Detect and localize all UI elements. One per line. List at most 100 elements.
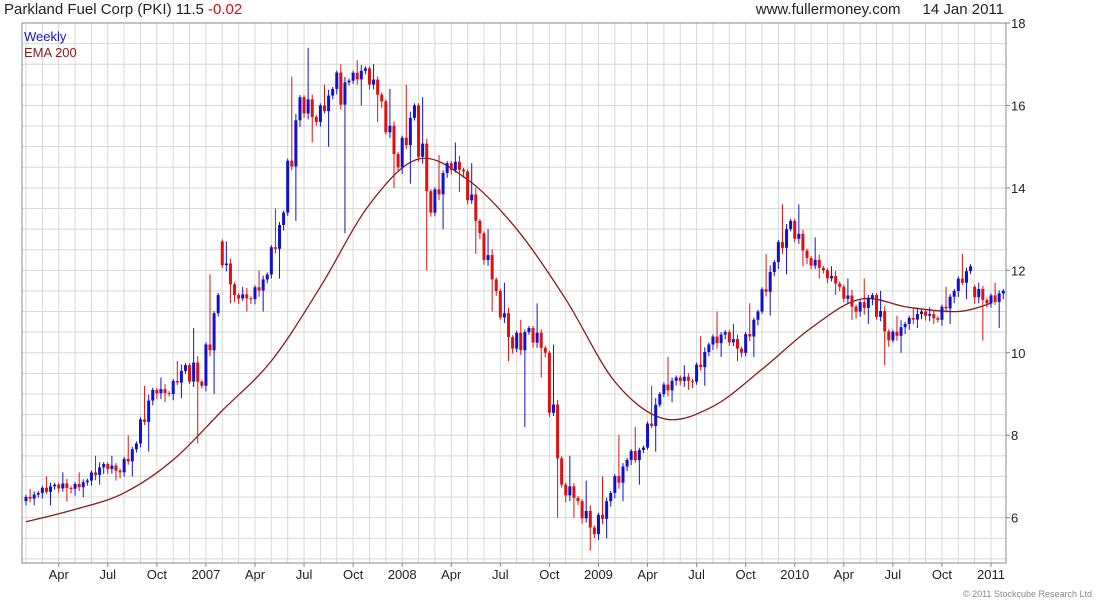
candle-body bbox=[678, 377, 682, 381]
candle-body bbox=[81, 482, 85, 488]
candle-body bbox=[601, 514, 605, 519]
candle-body bbox=[183, 365, 187, 371]
x-tick-label: Jul bbox=[99, 567, 116, 582]
candle-body bbox=[36, 492, 40, 495]
candle-body bbox=[985, 300, 989, 304]
candle-body bbox=[53, 484, 57, 487]
candle-body bbox=[57, 484, 61, 489]
candle-body bbox=[519, 332, 523, 351]
candle-body bbox=[462, 169, 466, 172]
candle-body bbox=[993, 295, 997, 302]
x-tick-label: 2007 bbox=[191, 567, 220, 582]
candle-body bbox=[735, 339, 739, 349]
candle-body bbox=[658, 393, 662, 405]
candle-body bbox=[682, 376, 686, 381]
candle-body bbox=[977, 288, 981, 298]
candle-body bbox=[351, 72, 355, 81]
candle-body bbox=[719, 334, 723, 344]
candle-body bbox=[286, 160, 290, 213]
candle-body bbox=[138, 419, 142, 444]
x-tick-label: Jul bbox=[296, 567, 313, 582]
candle-body bbox=[695, 364, 699, 382]
candle-body bbox=[314, 116, 318, 122]
candle-body bbox=[65, 483, 69, 488]
candle-body bbox=[940, 306, 944, 320]
candle-body bbox=[523, 332, 527, 351]
candle-body bbox=[670, 380, 674, 391]
candle-body bbox=[384, 101, 388, 133]
y-tick-label: 12 bbox=[1011, 263, 1025, 278]
candle-body bbox=[866, 298, 870, 308]
candle-body bbox=[879, 311, 883, 317]
x-tick-label: Jul bbox=[885, 567, 902, 582]
candle-body bbox=[89, 472, 93, 481]
candle-body bbox=[441, 173, 445, 195]
candle-body bbox=[850, 295, 854, 307]
candle-body bbox=[212, 313, 216, 351]
candle-body bbox=[380, 94, 384, 102]
candle-body bbox=[32, 494, 36, 499]
candle-body bbox=[919, 311, 923, 315]
candle-body bbox=[768, 271, 772, 292]
candle-body bbox=[196, 362, 200, 382]
candle-body bbox=[973, 286, 977, 298]
candle-body bbox=[756, 311, 760, 320]
candle-body bbox=[764, 289, 768, 292]
candle-body bbox=[245, 294, 249, 299]
candle-body bbox=[335, 72, 339, 89]
x-tick-label: Apr bbox=[49, 567, 70, 582]
candle-body bbox=[482, 233, 486, 261]
candle-body bbox=[948, 296, 952, 309]
candle-body bbox=[372, 79, 376, 85]
candle-body bbox=[748, 334, 752, 337]
candle-body bbox=[396, 154, 400, 168]
candle-body bbox=[911, 317, 915, 320]
candle-body bbox=[944, 306, 948, 309]
candle-body bbox=[306, 99, 310, 114]
candle-body bbox=[208, 344, 212, 351]
x-tick-label: 2011 bbox=[977, 567, 1005, 582]
candle-body bbox=[740, 348, 744, 353]
candle-body bbox=[744, 334, 748, 353]
candle-body bbox=[478, 220, 482, 234]
candle-body bbox=[310, 99, 314, 117]
candle-body bbox=[40, 487, 44, 493]
candle-body bbox=[421, 143, 425, 157]
candle-body bbox=[997, 293, 1001, 302]
candle-body bbox=[797, 233, 801, 239]
candle-body bbox=[862, 302, 866, 308]
candle-body bbox=[392, 125, 396, 155]
candle-body bbox=[752, 319, 756, 337]
x-tick-label: Apr bbox=[637, 567, 658, 582]
candle-body bbox=[907, 317, 911, 324]
candle-body bbox=[347, 80, 351, 83]
candle-body bbox=[895, 331, 899, 336]
x-tick-label: Jul bbox=[492, 567, 509, 582]
y-tick-label: 8 bbox=[1011, 428, 1018, 443]
candle-body bbox=[265, 274, 269, 280]
x-tick-label: 2010 bbox=[780, 567, 809, 582]
candle-body bbox=[842, 286, 846, 299]
candle-body bbox=[494, 279, 498, 291]
candle-body bbox=[200, 381, 204, 386]
y-tick-label: 10 bbox=[1011, 346, 1025, 361]
candle-body bbox=[936, 318, 940, 320]
candle-body bbox=[327, 95, 331, 112]
candle-body bbox=[568, 486, 572, 496]
candle-body bbox=[551, 404, 555, 413]
candle-body bbox=[278, 224, 282, 249]
y-tick-label: 14 bbox=[1011, 181, 1025, 196]
candle-body bbox=[433, 189, 437, 213]
candle-body bbox=[118, 470, 122, 473]
candle-body bbox=[727, 332, 731, 343]
candle-body bbox=[224, 263, 228, 266]
candle-body bbox=[785, 229, 789, 248]
candle-body bbox=[928, 314, 932, 316]
candle-body bbox=[1001, 290, 1005, 294]
candle-body bbox=[457, 161, 461, 170]
candle-body bbox=[903, 323, 907, 328]
candle-body bbox=[261, 279, 265, 291]
candle-body bbox=[282, 212, 286, 225]
candle-body bbox=[77, 483, 81, 488]
candle-body bbox=[151, 389, 155, 401]
